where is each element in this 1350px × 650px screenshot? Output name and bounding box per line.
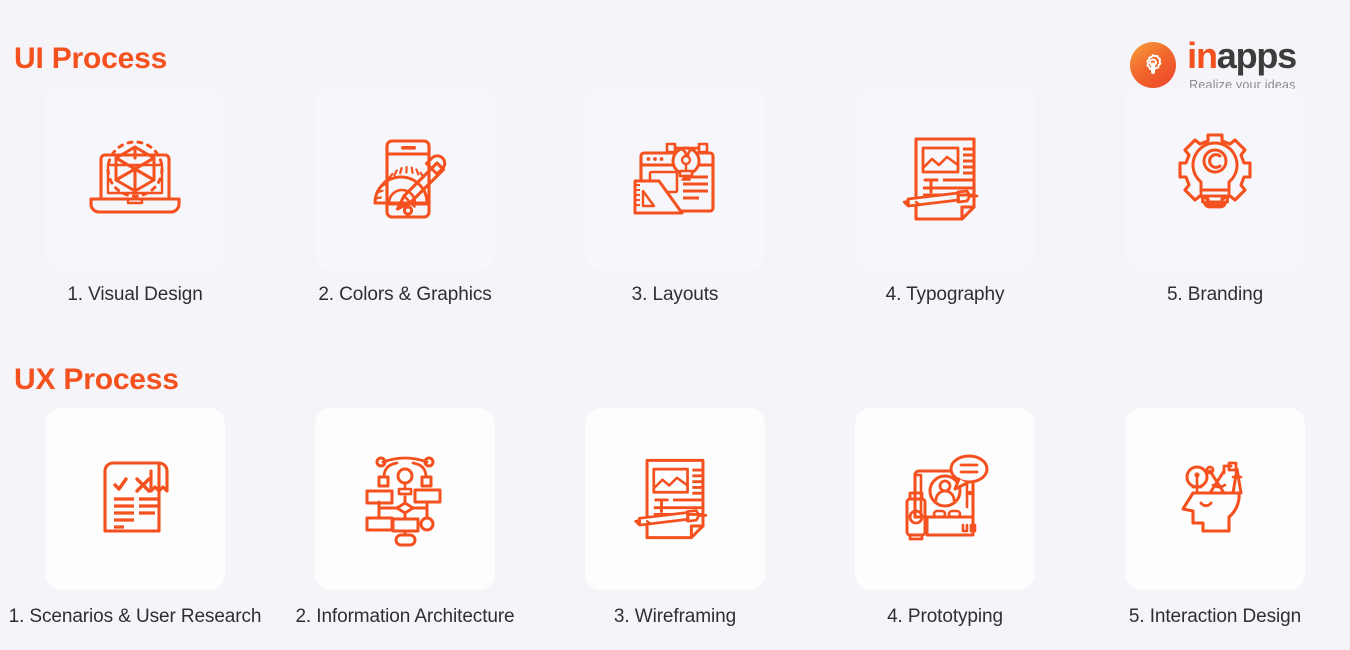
process-item-visual-design[interactable]: 1. Visual Design xyxy=(0,88,270,306)
icon-card xyxy=(45,88,225,270)
sitemap-lightbulb-icon xyxy=(365,456,442,547)
process-item-colors-graphics[interactable]: 2. Colors & Graphics xyxy=(270,88,540,306)
process-item-layouts[interactable]: 3. Layouts xyxy=(540,88,810,306)
section-title-ui: UI Process xyxy=(14,42,168,75)
phone-protractor-pencil-icon xyxy=(373,139,447,219)
section-title-ux: UX Process xyxy=(14,363,179,396)
process-item-label: 1. Visual Design xyxy=(67,284,203,305)
logo-word-in: in xyxy=(1187,35,1218,76)
document-typography-pen-icon xyxy=(902,137,979,221)
process-item-label: 4. Prototyping xyxy=(887,606,1003,627)
process-item-label: 4. Typography xyxy=(885,284,1005,305)
gear-pin-icon xyxy=(1130,41,1177,88)
process-item-information-architecture[interactable]: 2. Information Architecture xyxy=(270,408,540,628)
icon-card xyxy=(1125,88,1305,270)
icon-card xyxy=(315,88,495,270)
icon-card xyxy=(585,88,765,270)
logo-word-apps: apps xyxy=(1216,35,1297,76)
icon-card xyxy=(1125,408,1305,590)
icon-card xyxy=(855,408,1035,590)
ui-process-row: 1. Visual Design 2. Colors & Graphics 3.… xyxy=(0,88,1350,306)
icon-card xyxy=(45,408,225,590)
scroll-check-cross-icon xyxy=(103,461,169,533)
process-item-prototyping[interactable]: 4. Prototyping xyxy=(810,408,1080,628)
icon-card xyxy=(315,408,495,590)
laptop-3d-cube-icon xyxy=(89,140,181,214)
process-item-branding[interactable]: 5. Branding xyxy=(1080,88,1350,306)
process-item-label: 1. Scenarios & User Research xyxy=(8,606,262,627)
head-profile-tools-icon xyxy=(1181,461,1243,533)
gear-lightbulb-copyright-icon xyxy=(1178,133,1252,209)
process-item-label: 3. Layouts xyxy=(631,284,719,305)
process-item-interaction-design[interactable]: 5. Interaction Design xyxy=(1080,408,1350,628)
process-item-typography[interactable]: 4. Typography xyxy=(810,88,1080,306)
browser-lightbulb-ruler-icon xyxy=(633,142,715,215)
process-item-label: 5. Interaction Design xyxy=(1128,606,1302,627)
ux-process-row: 1. Scenarios & User Research 2. Informat… xyxy=(0,408,1350,628)
logo-text: inapps Realize your ideas xyxy=(1187,35,1297,92)
user-card-speech-bubble-icon xyxy=(905,454,989,541)
process-item-scenarios-user-research[interactable]: 1. Scenarios & User Research xyxy=(0,408,270,628)
icon-card xyxy=(855,88,1035,270)
icon-card xyxy=(585,408,765,590)
document-typography-pen-icon xyxy=(634,458,708,540)
process-item-label: 5. Branding xyxy=(1166,284,1264,305)
logo-wordmark: inapps xyxy=(1187,35,1297,76)
brand-logo[interactable]: inapps Realize your ideas xyxy=(1130,35,1297,92)
process-item-wireframing[interactable]: 3. Wireframing xyxy=(540,408,810,628)
process-item-label: 3. Wireframing xyxy=(613,606,737,627)
process-item-label: 2. Colors & Graphics xyxy=(318,284,492,305)
process-item-label: 2. Information Architecture xyxy=(295,606,515,627)
